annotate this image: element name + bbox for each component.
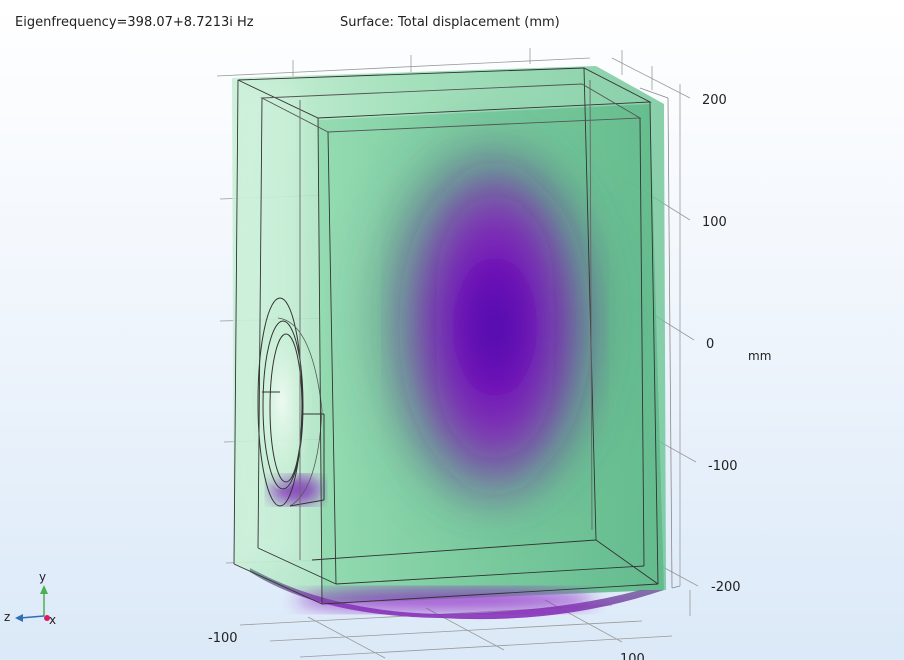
triad-z-label: z <box>4 610 11 624</box>
y-axis-arrow-icon <box>40 585 48 594</box>
surface-title: Surface: Total displacement (mm) <box>340 15 560 30</box>
z-axis-arrow-icon <box>15 614 23 622</box>
y-tick-label: -100 <box>708 459 738 474</box>
y-tick-label: 200 <box>702 93 727 108</box>
eigenfrequency-title: Eigenfrequency=398.07+8.7213i Hz <box>15 15 254 30</box>
axis-unit-label: mm <box>748 349 772 363</box>
x-tick-label: 100 <box>620 652 645 660</box>
y-tick-label: 100 <box>702 215 727 230</box>
model-rendering[interactable] <box>0 0 904 660</box>
y-tick-label: -200 <box>711 580 741 595</box>
orientation-triad <box>15 585 50 622</box>
graphics-viewport[interactable]: Eigenfrequency=398.07+8.7213i Hz Surface… <box>0 0 904 660</box>
x-tick-label: -100 <box>208 631 238 646</box>
triad-y-label: y <box>39 570 47 584</box>
y-tick-label: 0 <box>706 337 715 352</box>
triad-x-label: x <box>49 613 57 627</box>
